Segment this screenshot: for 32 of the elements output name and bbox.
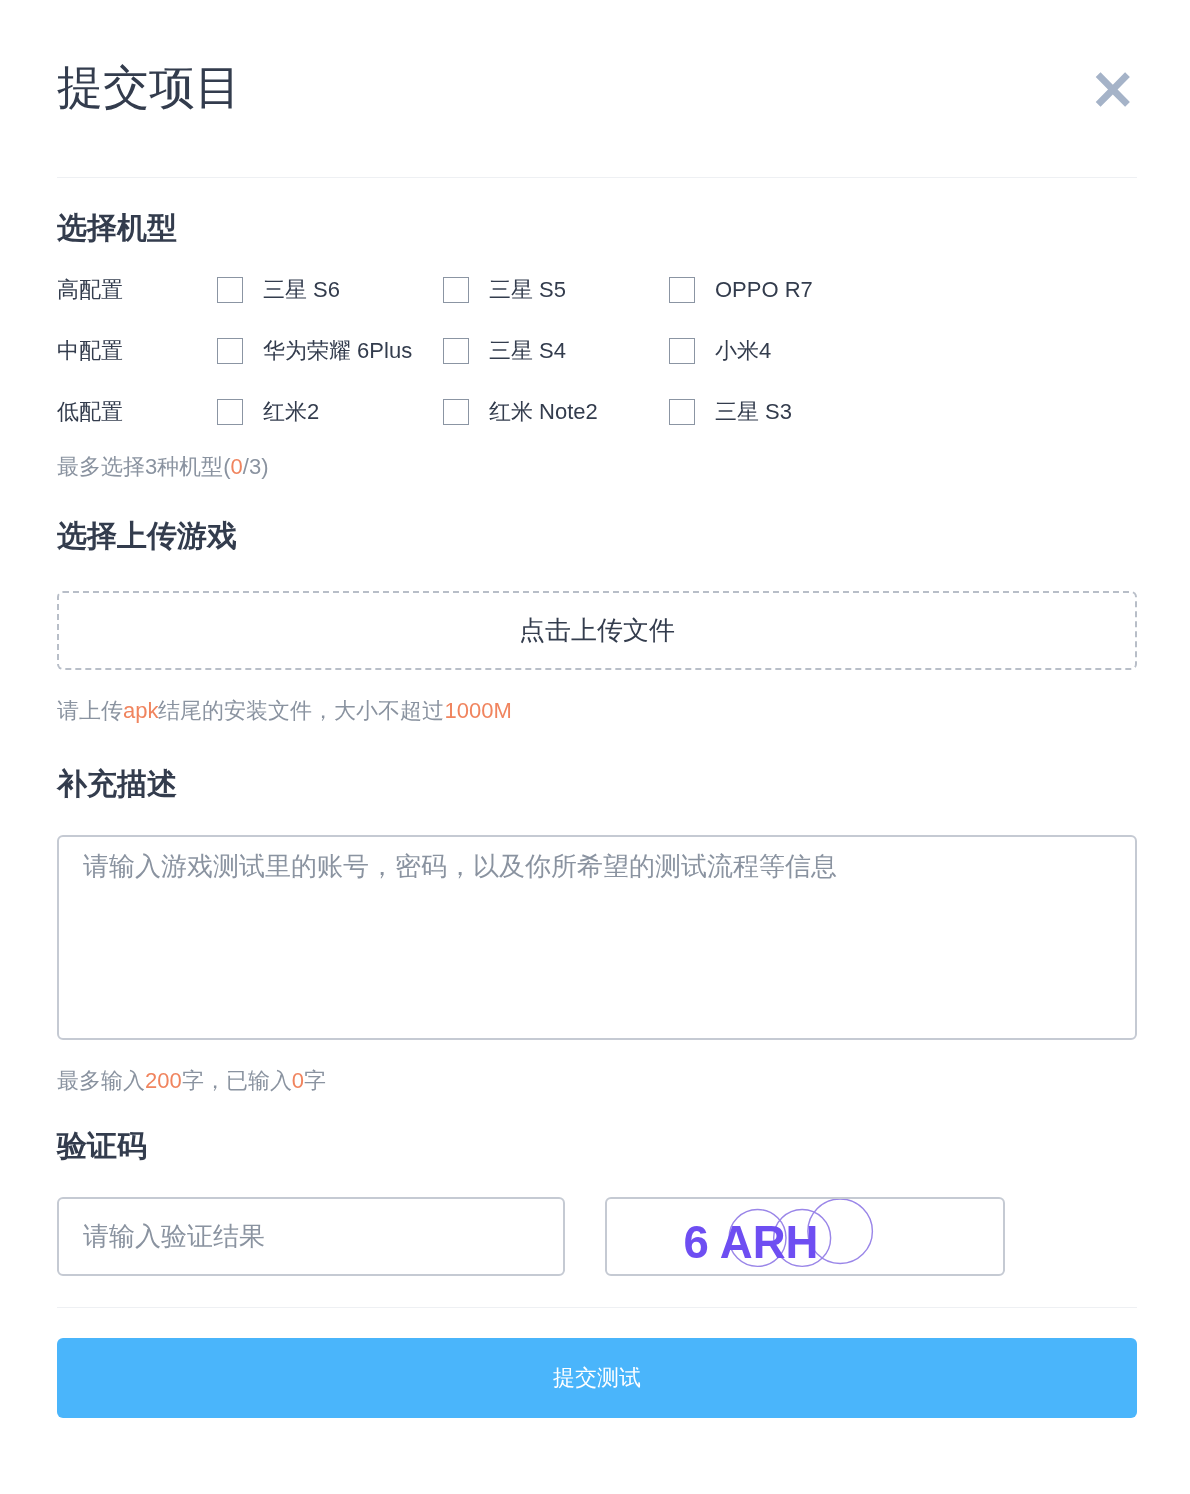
upload-button[interactable]: 点击上传文件 [57, 591, 1137, 670]
checkbox[interactable] [669, 337, 695, 364]
checkbox[interactable] [217, 276, 243, 303]
captcha-field[interactable]: 请输入验证结果 [57, 1197, 565, 1276]
selection-hint: 最多选择3种机型(0/3) [57, 453, 270, 481]
group-label: 中配置 [57, 337, 123, 363]
checkbox-label: 小米4 [715, 336, 772, 365]
section-heading: 验证码 [57, 1128, 148, 1164]
section-heading: 补充描述 [57, 766, 178, 802]
checkbox[interactable] [443, 276, 469, 303]
upload-hint: 请上传apk结尾的安装文件，大小不超过1000M [57, 697, 513, 725]
checkbox[interactable] [443, 398, 469, 425]
checkbox-label: 三星 S3 [715, 397, 793, 426]
checkbox[interactable] [217, 337, 243, 364]
checkbox[interactable] [217, 398, 243, 425]
section-heading: 选择上传游戏 [57, 518, 238, 554]
checkbox[interactable] [669, 276, 695, 303]
group-label: 高配置 [57, 276, 123, 302]
checkbox-label: OPPO R7 [715, 276, 813, 303]
checkbox-label: 红米2 [263, 397, 320, 426]
character-count: 最多输入200字，已输入0字 [57, 1067, 327, 1095]
group-label: 低配置 [57, 398, 123, 424]
description-field[interactable]: 请输入游戏测试里的账号，密码，以及你所希望的测试流程等信息 [57, 835, 1137, 1040]
checkbox-label: 三星 S4 [489, 336, 567, 365]
checkbox-label: 三星 S5 [489, 275, 567, 304]
checkbox[interactable] [669, 398, 695, 425]
section-heading: 选择机型 [57, 210, 178, 246]
checkbox-label: 红米 Note2 [489, 397, 598, 426]
checkbox-label: 华为荣耀 6Plus [263, 336, 413, 365]
dialog-title: 提交项目 [57, 59, 241, 115]
checkbox[interactable] [443, 337, 469, 364]
checkbox-label: 三星 S6 [263, 275, 341, 304]
